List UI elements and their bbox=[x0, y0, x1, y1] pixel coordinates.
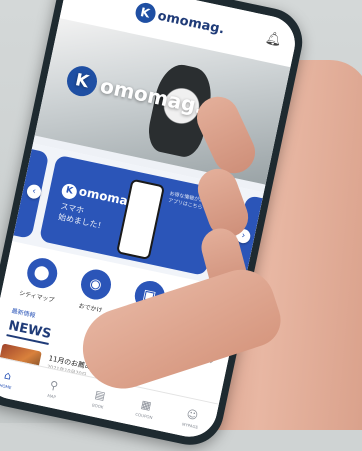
menu-item-label: おでかけ bbox=[77, 302, 103, 315]
coupon-tab-icon: ▦ bbox=[139, 397, 153, 413]
tab-home[interactable]: ⌂ HOME bbox=[0, 366, 27, 393]
logo-k-mark: K bbox=[133, 0, 157, 25]
menu-item-0[interactable]: ⬤ シティマップ bbox=[12, 253, 68, 305]
map-icon: ⚲ bbox=[48, 378, 60, 393]
app-logo[interactable]: K omomag. bbox=[133, 0, 226, 39]
tab-coupon[interactable]: ▦ COUPON bbox=[126, 395, 165, 422]
tab-label: COUPON bbox=[134, 411, 153, 421]
bell-icon[interactable]: 🔔︎ bbox=[264, 31, 283, 49]
home-icon: ⌂ bbox=[2, 368, 13, 383]
tab-label: BOOK bbox=[91, 402, 104, 410]
tab-mypage[interactable]: ☺ MYPAGE bbox=[172, 405, 211, 432]
tab-label: HOME bbox=[0, 382, 12, 391]
map-pin-icon: ⬤ bbox=[23, 255, 60, 291]
logo-text: omomag. bbox=[156, 8, 226, 37]
hero-k-mark: K bbox=[64, 63, 100, 99]
user-icon: ☺ bbox=[185, 407, 200, 423]
location-icon: ◉ bbox=[77, 266, 114, 303]
tab-label: MAP bbox=[46, 392, 57, 400]
tab-book[interactable]: ▤ BOOK bbox=[80, 385, 119, 412]
tab-map[interactable]: ⚲ MAP bbox=[33, 375, 72, 402]
promo-k-mark: K bbox=[60, 182, 79, 200]
phone-illustration bbox=[116, 178, 166, 261]
book-icon: ▤ bbox=[93, 387, 107, 403]
